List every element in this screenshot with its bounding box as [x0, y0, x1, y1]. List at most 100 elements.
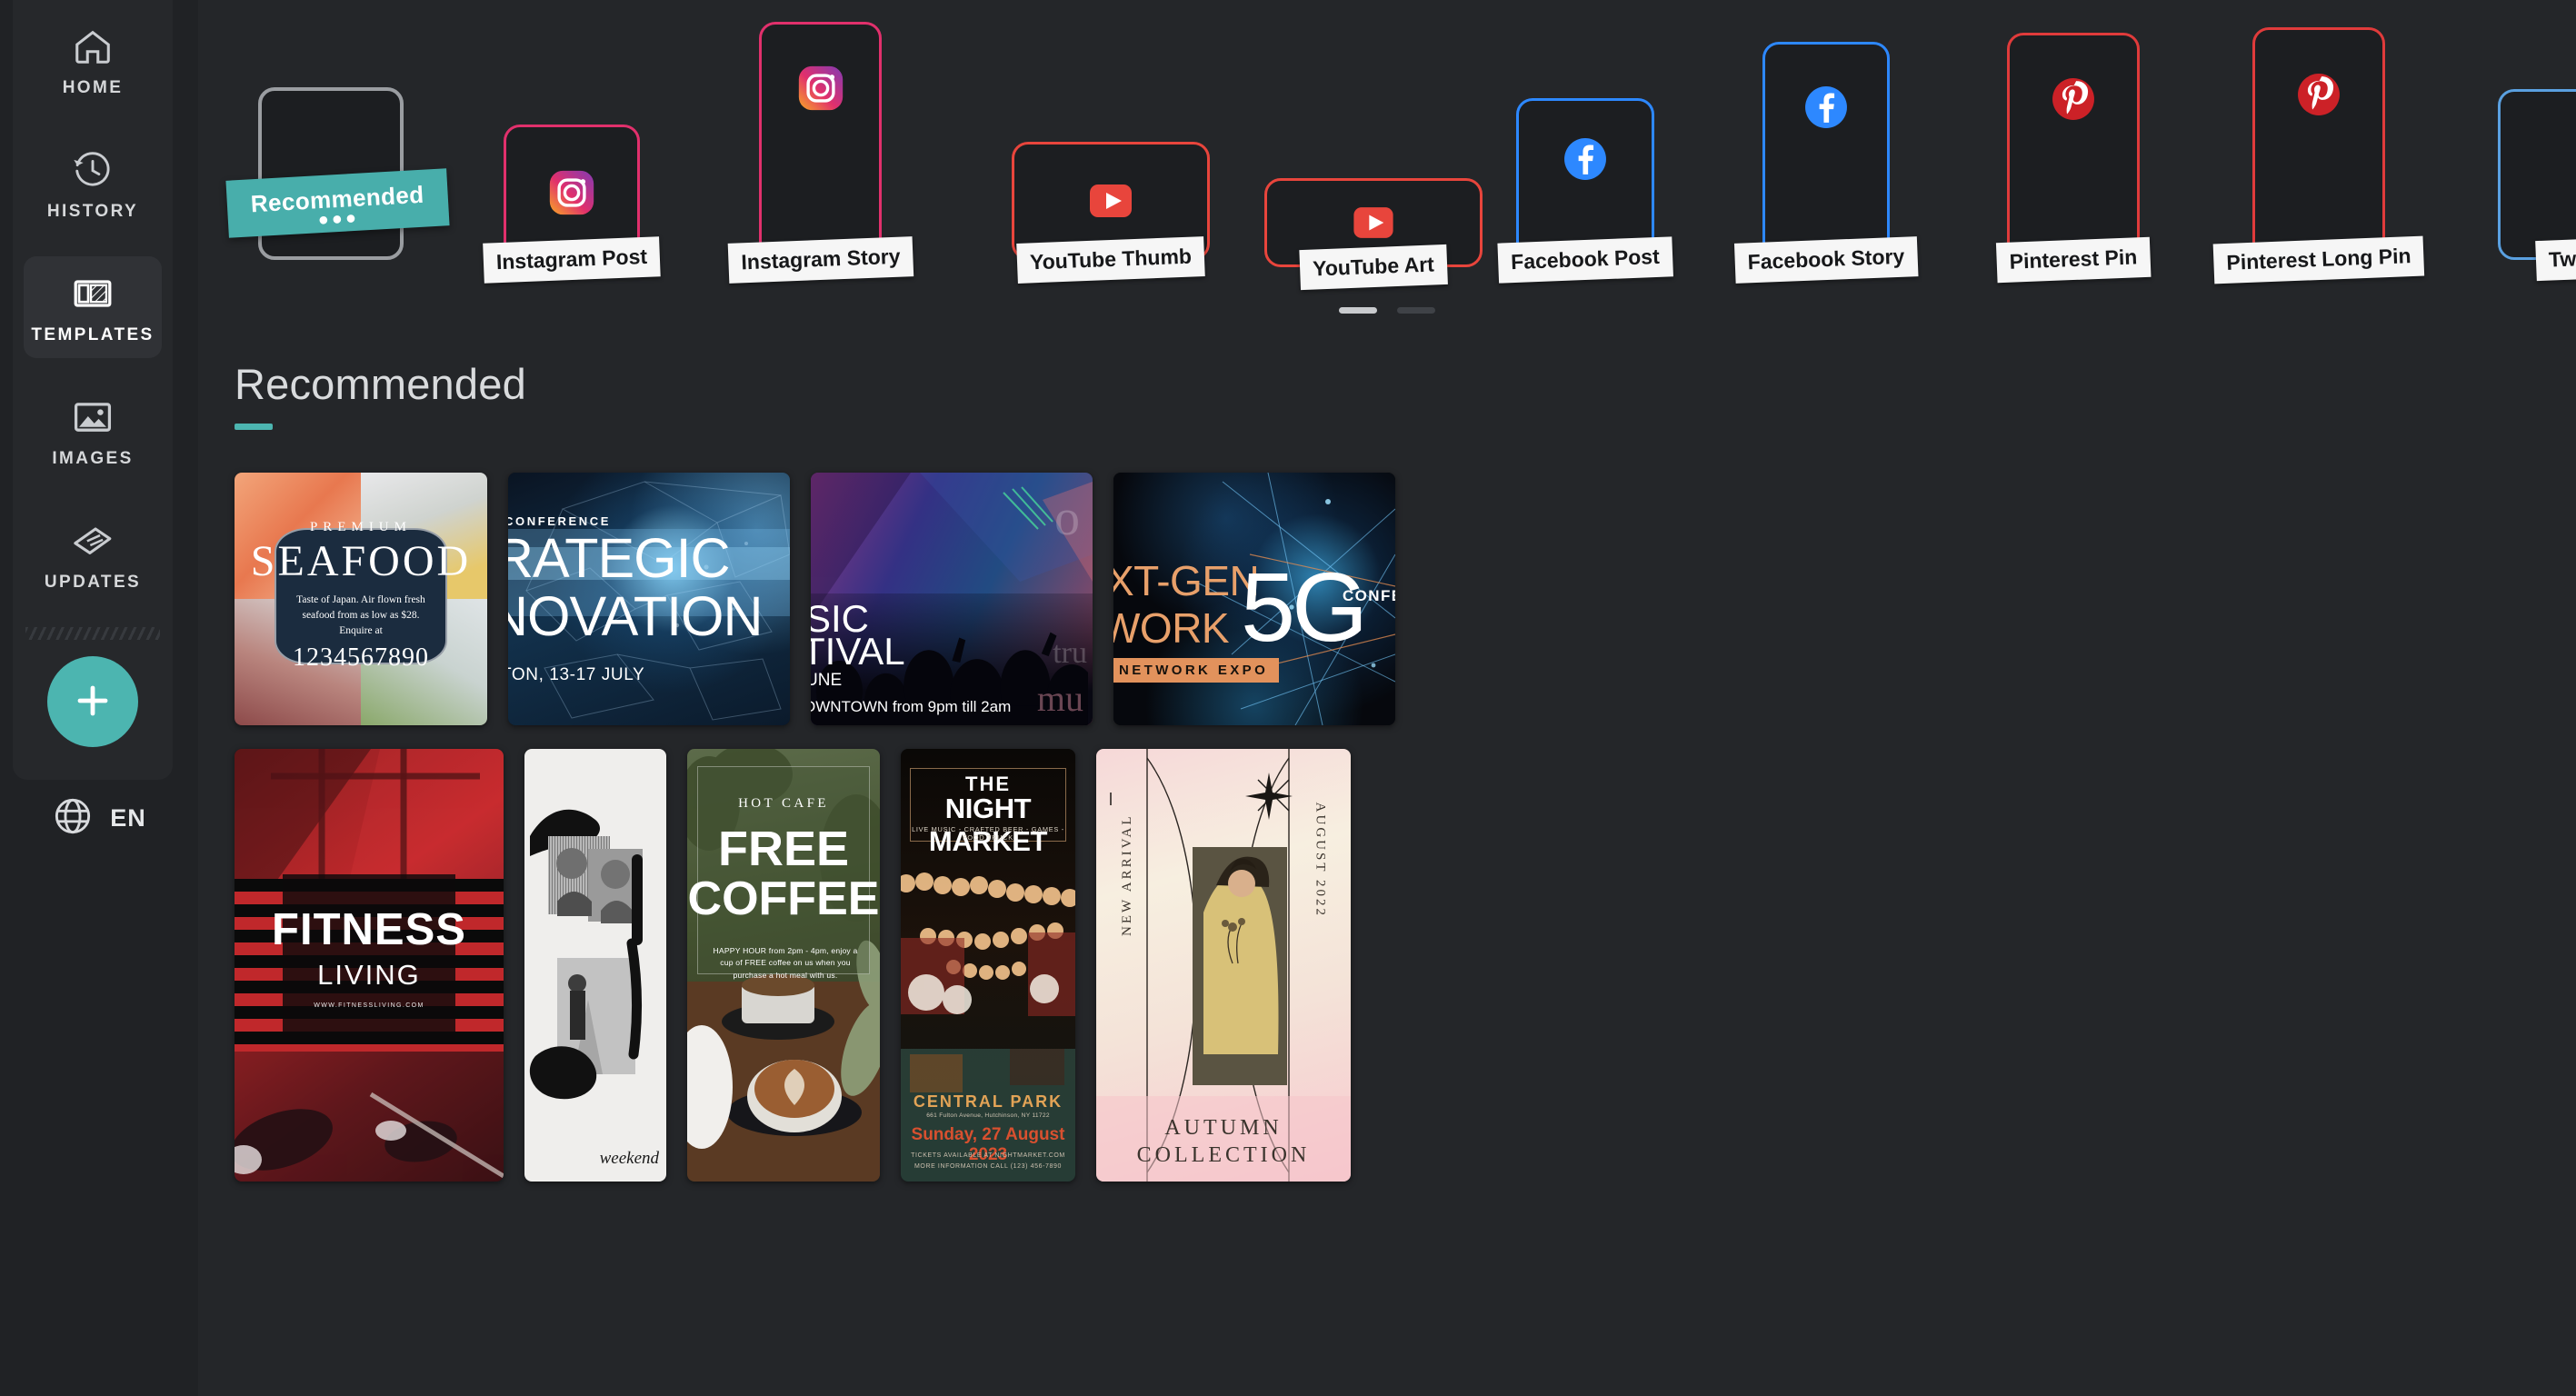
- carousel-tile-label: Tw: [2535, 238, 2576, 282]
- carousel-tile-pinterest-long-pin[interactable]: Pinterest Long Pin: [2212, 27, 2425, 284]
- conference-footer: TON, 13-17 JULY: [508, 665, 645, 684]
- youtube-icon: [1345, 202, 1402, 244]
- carousel-tile-label: Facebook Post: [1497, 236, 1673, 284]
- coffee-title-line1: FREE: [717, 822, 850, 876]
- g5-title-line2: WORK: [1113, 604, 1230, 652]
- page-title: Recommended: [235, 360, 526, 408]
- carousel-tile-recommended[interactable]: Recommended ●●●: [225, 87, 450, 260]
- sidebar-item-images[interactable]: IMAGES: [24, 380, 162, 482]
- card-artwork: weekend: [524, 749, 666, 1182]
- carousel-track: Recommended ●●● Instagram Post Instagram…: [198, 0, 2576, 300]
- template-card-fitness-living[interactable]: FITNESS LIVING WWW.FITNESSLIVING.COM: [235, 749, 504, 1182]
- globe-icon: [52, 795, 94, 842]
- carousel-tile-label: YouTube Thumb: [1016, 236, 1205, 284]
- recommended-section-header: Recommended: [235, 359, 2576, 430]
- template-row-1: PREMIUM SEAFOOD Taste of Japan. Air flow…: [235, 473, 2576, 725]
- seafood-pre: PREMIUM: [309, 520, 412, 535]
- template-card-free-coffee[interactable]: HOT CAFE FREE COFFEE HAPPY HOUR from 2pm…: [687, 749, 880, 1182]
- seafood-body: Taste of Japan. Air flown fresh seafood …: [296, 594, 425, 636]
- updates-icon: [72, 520, 114, 562]
- seafood-badge: PREMIUM SEAFOOD Taste of Japan. Air flow…: [251, 520, 468, 672]
- seafood-title: SEAFOOD: [250, 537, 472, 586]
- template-card-weekend-collage[interactable]: weekend: [524, 749, 666, 1182]
- festival-date: UNE: [811, 671, 843, 690]
- sidebar-item-home[interactable]: HOME: [24, 9, 162, 111]
- carousel-pagination[interactable]: [198, 307, 2576, 314]
- template-card-night-market[interactable]: THE NIGHT MARKET LIVE MUSIC - CRAFTED BE…: [901, 749, 1075, 1182]
- template-card-autumn-collection[interactable]: NEW ARRIVAL AUGUST 2022 AUTUMN COLLECTIO…: [1096, 749, 1351, 1182]
- g5-big: 5G: [1241, 552, 1368, 662]
- conference-title-line2: NOVATION: [508, 585, 764, 647]
- template-type-carousel[interactable]: Recommended ●●● Instagram Post Instagram…: [198, 0, 2576, 300]
- carousel-tile-youtube-thumb[interactable]: YouTube Thumb: [1012, 142, 1210, 284]
- carousel-tile-label: Pinterest Long Pin: [2212, 235, 2425, 284]
- nm-tagline: LIVE MUSIC - CRAFTED BEER - GAMES - FOOD…: [912, 825, 1064, 842]
- template-card-strategic-innovation[interactable]: CONFERENCE RATEGIC NOVATION TON, 13-17 J…: [508, 473, 790, 725]
- template-card-5g-network-expo[interactable]: XT-GEN WORK NETWORK EXPO 5G CONFERE: [1113, 473, 1395, 725]
- festival-footer: OWNTOWN from 9pm till 2am: [811, 698, 1012, 715]
- template-card-music-festival[interactable]: o tru mu SIC TIVAL UNE OWNTOWN from 9pm …: [811, 473, 1093, 725]
- g5-side: CONFERE: [1343, 587, 1395, 604]
- g5-title-line1: XT-GEN: [1113, 557, 1260, 604]
- carousel-tile-label: Facebook Story: [1733, 236, 1919, 284]
- card-artwork: NEW ARRIVAL AUGUST 2022 AUTUMN COLLECTIO…: [1096, 749, 1351, 1182]
- coffee-body: HAPPY HOUR from 2pm - 4pm, enjoy a cup o…: [713, 946, 858, 980]
- carousel-tile-youtube-art[interactable]: YouTube Art: [1264, 178, 1483, 291]
- nm-info: MORE INFORMATION CALL (123) 456-7890: [914, 1163, 1063, 1170]
- templates-icon: [72, 273, 114, 314]
- plus-icon: [71, 679, 115, 725]
- festival-title-line2: TIVAL: [811, 630, 905, 673]
- app-root: HOME HISTORY TEMPLATES IMAGES UPDATES EN…: [0, 0, 2576, 1396]
- instagram-icon: [545, 166, 598, 219]
- sidebar-item-updates[interactable]: UPDATES: [24, 504, 162, 605]
- pagination-dot-1[interactable]: [1339, 307, 1377, 314]
- conference-kicker: CONFERENCE: [508, 514, 612, 528]
- template-card-premium-seafood[interactable]: PREMIUM SEAFOOD Taste of Japan. Air flow…: [235, 473, 487, 725]
- sidebar-item-label: HOME: [62, 78, 124, 97]
- coffee-kicker: HOT CAFE: [738, 796, 829, 811]
- nm-venue: CENTRAL PARK: [913, 1092, 1063, 1111]
- card-overlay-text: THE NIGHT MARKET LIVE MUSIC - CRAFTED BE…: [901, 749, 1075, 1182]
- language-label: EN: [110, 804, 146, 832]
- main-content: Recommended ●●● Instagram Post Instagram…: [198, 0, 2576, 1396]
- card-overlay-text: CONFERENCE RATEGIC NOVATION TON, 13-17 J…: [508, 473, 790, 725]
- sidebar-item-templates[interactable]: TEMPLATES: [24, 256, 162, 358]
- conference-title-line1: RATEGIC: [508, 527, 731, 589]
- seafood-phone: 1234567890: [292, 643, 429, 673]
- pinterest-icon: [2047, 73, 2100, 125]
- youtube-icon: [1081, 179, 1141, 223]
- carousel-tile-instagram-post[interactable]: Instagram Post: [483, 125, 661, 284]
- autumn-left-label: NEW ARRIVAL: [1120, 813, 1134, 936]
- carousel-tile-label: Instagram Story: [727, 236, 914, 284]
- sidebar-nav-panel: HOME HISTORY TEMPLATES IMAGES UPDATES: [13, 0, 173, 780]
- card-overlay-text: SIC TIVAL UNE OWNTOWN from 9pm till 2am: [811, 473, 1093, 725]
- facebook-icon: [1800, 81, 1852, 134]
- sidebar-item-history[interactable]: HISTORY: [24, 133, 162, 234]
- carousel-tile-label: Instagram Post: [483, 236, 661, 284]
- carousel-tile-facebook-post[interactable]: Facebook Post: [1497, 98, 1673, 284]
- sidebar-item-label: IMAGES: [52, 449, 134, 468]
- autumn-title-line1: AUTUMN: [1164, 1116, 1283, 1140]
- recommended-badge: Recommended ●●●: [225, 168, 450, 238]
- carousel-tile-twitter[interactable]: Tw: [2498, 89, 2576, 282]
- carousel-tile-pinterest-pin[interactable]: Pinterest Pin: [1995, 33, 2152, 284]
- carousel-tile-facebook-story[interactable]: Facebook Story: [1733, 42, 1919, 284]
- pinterest-icon: [2292, 68, 2345, 121]
- carousel-tile-instagram-story[interactable]: Instagram Story: [727, 22, 914, 284]
- facebook-icon: [1559, 133, 1612, 185]
- card-overlay-text: HOT CAFE FREE COFFEE HAPPY HOUR from 2pm…: [687, 749, 880, 1182]
- template-row-2: FITNESS LIVING WWW.FITNESSLIVING.COM wee…: [235, 749, 2576, 1182]
- nm-tickets: TICKETS AVAILABLE AT NIGHTMARKET.COM: [911, 1152, 1065, 1159]
- title-underline: [235, 424, 273, 430]
- carousel-tile-label: Pinterest Pin: [1995, 236, 2152, 284]
- sidebar-item-label: HISTORY: [46, 202, 139, 221]
- sidebar-item-label: UPDATES: [44, 573, 142, 592]
- g5-tag: NETWORK EXPO: [1113, 658, 1280, 683]
- pagination-dot-2[interactable]: [1397, 307, 1435, 314]
- carousel-tile-label: YouTube Art: [1299, 244, 1448, 291]
- create-new-button[interactable]: [47, 656, 138, 747]
- language-switcher[interactable]: EN: [0, 795, 198, 842]
- history-icon: [72, 149, 114, 191]
- coffee-title-line2: COFFEE: [687, 872, 880, 925]
- template-grid: PREMIUM SEAFOOD Taste of Japan. Air flow…: [235, 473, 2576, 1182]
